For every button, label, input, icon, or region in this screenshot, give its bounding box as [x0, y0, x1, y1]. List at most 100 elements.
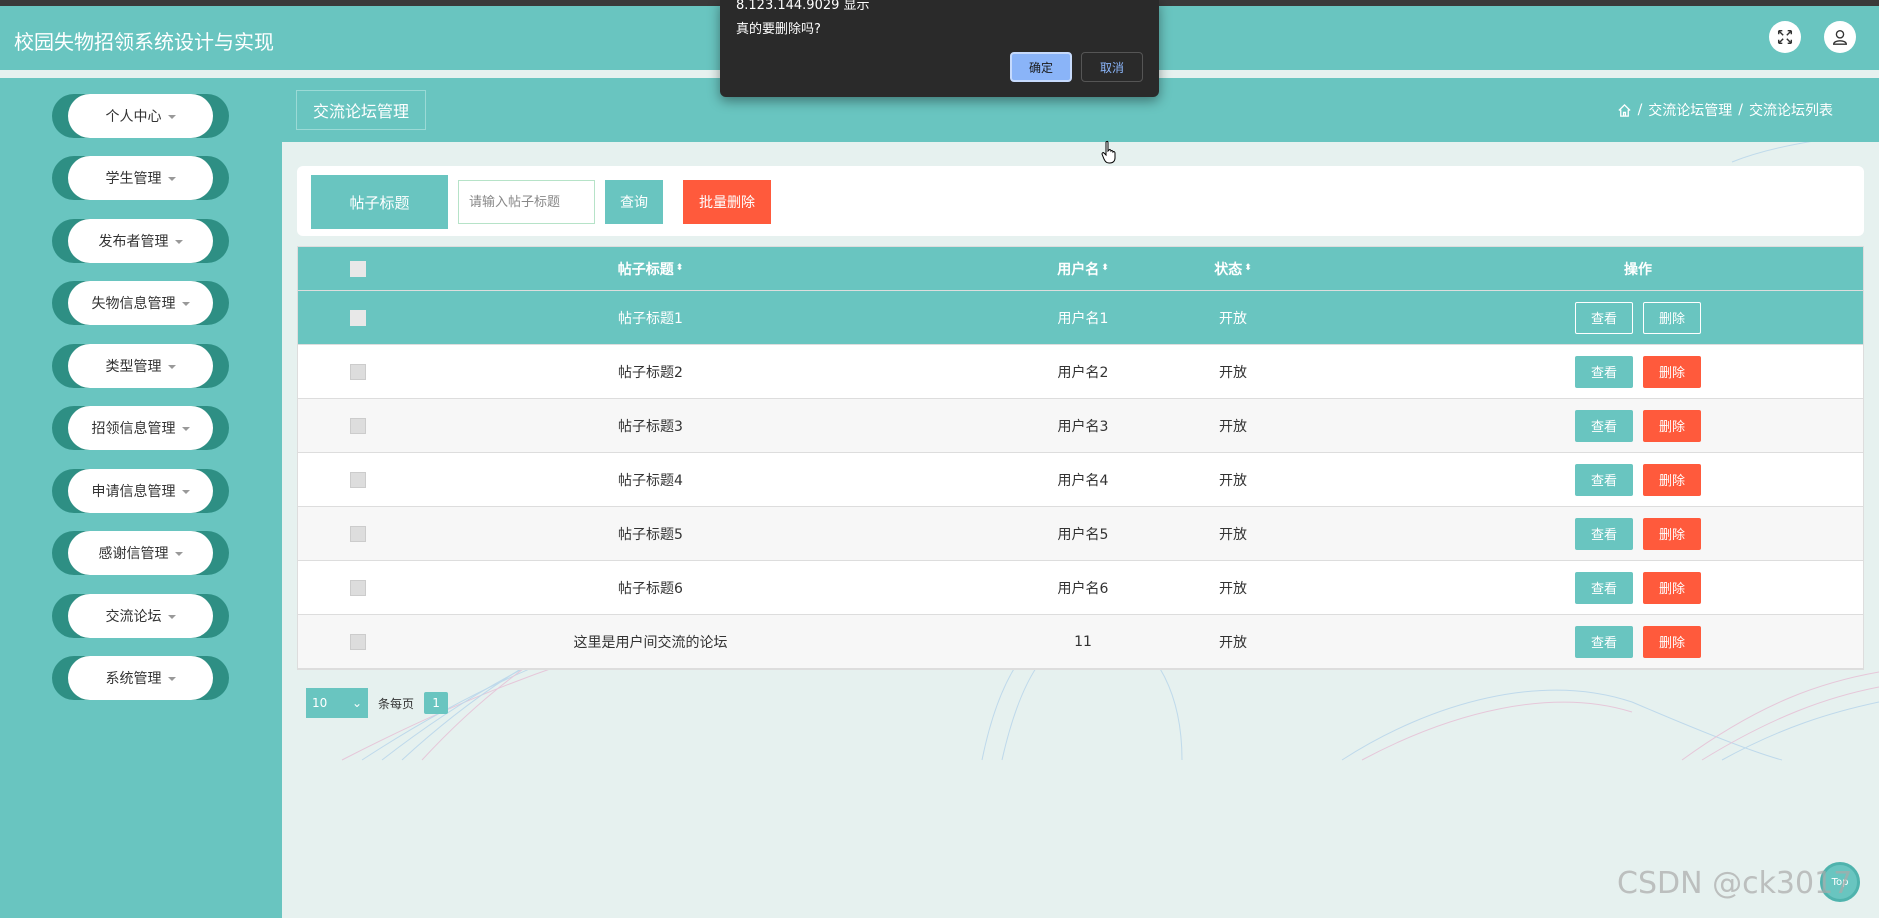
search-panel: 帖子标题 查询 批量删除	[297, 166, 1864, 236]
delete-button[interactable]: 删除	[1643, 301, 1701, 334]
chevron-down-icon: ⌄	[351, 696, 362, 710]
sidebar-item-label: 感谢信管理	[98, 546, 169, 562]
sidebar-item-label: 学生管理	[105, 171, 162, 187]
table-row[interactable]: 帖子标题4 用户名4 开放 查看 删除	[298, 453, 1863, 507]
cell-status: 开放	[1219, 310, 1247, 327]
caret-down-icon	[167, 365, 176, 369]
sidebar-item-found-items[interactable]: 招领信息管理	[52, 406, 229, 450]
sidebar-item-forum[interactable]: 交流论坛	[52, 594, 229, 638]
sidebar-item-label: 类型管理	[105, 359, 162, 375]
sort-icon: ⬍	[1101, 263, 1109, 273]
sidebar-item-label: 系统管理	[105, 671, 162, 687]
table-header-row: 帖子标题 ⬍ 用户名 ⬍ 状态 ⬍ 操作	[298, 247, 1863, 291]
column-header-user[interactable]: 用户名 ⬍	[998, 247, 1168, 290]
delete-button[interactable]: 删除	[1643, 409, 1701, 442]
sort-icon: ⬍	[1244, 263, 1252, 273]
select-all-checkbox[interactable]	[350, 260, 366, 277]
confirm-dialog: 8.123.144.9029 显示 真的要删除吗? 确定 取消	[720, 0, 1159, 97]
delete-button[interactable]: 删除	[1643, 463, 1701, 496]
row-checkbox[interactable]	[350, 579, 366, 596]
cell-user: 用户名6	[1057, 580, 1109, 597]
table-row[interactable]: 帖子标题2 用户名2 开放 查看 删除	[298, 345, 1863, 399]
confirm-ok-button[interactable]: 确定	[1010, 52, 1072, 82]
user-icon	[1833, 30, 1847, 45]
table-row[interactable]: 帖子标题5 用户名5 开放 查看 删除	[298, 507, 1863, 561]
view-button[interactable]: 查看	[1575, 517, 1633, 550]
table-row[interactable]: 这里是用户间交流的论坛 11 开放 查看 删除	[298, 615, 1863, 669]
fullscreen-button[interactable]	[1769, 21, 1801, 53]
caret-down-icon	[167, 615, 176, 619]
table-row[interactable]: 帖子标题6 用户名6 开放 查看 删除	[298, 561, 1863, 615]
cell-title: 帖子标题5	[618, 526, 683, 543]
caret-down-icon	[167, 677, 176, 681]
batch-delete-button[interactable]: 批量删除	[683, 180, 771, 224]
delete-button[interactable]: 删除	[1643, 625, 1701, 658]
cell-status: 开放	[1219, 472, 1247, 489]
row-checkbox[interactable]	[350, 309, 366, 326]
caret-down-icon	[181, 302, 190, 306]
row-checkbox[interactable]	[350, 525, 366, 542]
cell-status: 开放	[1219, 634, 1247, 651]
caret-down-icon	[167, 177, 176, 181]
view-button[interactable]: 查看	[1575, 301, 1633, 334]
row-checkbox[interactable]	[350, 363, 366, 380]
cell-user: 11	[1074, 633, 1092, 650]
sort-icon: ⬍	[675, 263, 684, 273]
cell-title: 帖子标题4	[618, 472, 683, 489]
cell-user: 用户名1	[1057, 310, 1109, 327]
per-page-label: 条每页	[378, 696, 415, 711]
fullscreen-icon	[1777, 29, 1793, 45]
row-checkbox[interactable]	[350, 417, 366, 434]
home-icon[interactable]	[1617, 103, 1632, 118]
page-title: 交流论坛管理	[296, 90, 426, 130]
column-header-status[interactable]: 状态 ⬍	[1173, 247, 1293, 290]
cell-title: 帖子标题6	[618, 580, 683, 597]
row-checkbox[interactable]	[350, 471, 366, 488]
sidebar-item-label: 失物信息管理	[91, 296, 176, 312]
column-header-title[interactable]: 帖子标题 ⬍	[418, 247, 883, 290]
column-header-actions: 操作	[1624, 261, 1652, 278]
confirm-cancel-button[interactable]: 取消	[1081, 52, 1143, 82]
sidebar-item-label: 招领信息管理	[91, 421, 176, 437]
table-row[interactable]: 帖子标题1 用户名1 开放 查看 删除	[298, 291, 1863, 345]
sidebar-item-thank-letters[interactable]: 感谢信管理	[52, 531, 229, 575]
caret-down-icon	[167, 115, 176, 119]
sidebar-item-students[interactable]: 学生管理	[52, 156, 229, 200]
pagination: 10 ⌄ 条每页 1	[306, 688, 449, 718]
cell-title: 帖子标题1	[618, 310, 683, 327]
table-row[interactable]: 帖子标题3 用户名3 开放 查看 删除	[298, 399, 1863, 453]
sidebar: 个人中心 学生管理 发布者管理 失物信息管理 类型管理 招领信息管理 申请信息管…	[0, 78, 282, 918]
query-button[interactable]: 查询	[605, 180, 663, 224]
sidebar-item-label: 交流论坛	[105, 609, 162, 625]
view-button[interactable]: 查看	[1575, 355, 1633, 388]
page-size-select[interactable]: 10 ⌄	[306, 688, 368, 718]
delete-button[interactable]: 删除	[1643, 517, 1701, 550]
delete-button[interactable]: 删除	[1643, 355, 1701, 388]
user-menu-button[interactable]	[1824, 21, 1856, 53]
sidebar-item-applications[interactable]: 申请信息管理	[52, 469, 229, 513]
hand-cursor-icon	[1101, 140, 1116, 164]
search-input[interactable]	[458, 180, 595, 224]
sidebar-item-types[interactable]: 类型管理	[52, 344, 229, 388]
delete-button[interactable]: 删除	[1643, 571, 1701, 604]
view-button[interactable]: 查看	[1575, 463, 1633, 496]
row-checkbox[interactable]	[350, 633, 366, 650]
sidebar-item-label: 申请信息管理	[91, 484, 176, 500]
caret-down-icon	[174, 552, 183, 556]
caret-down-icon	[181, 427, 190, 431]
sidebar-item-publishers[interactable]: 发布者管理	[52, 219, 229, 263]
cell-status: 开放	[1219, 364, 1247, 381]
sidebar-item-personal-center[interactable]: 个人中心	[52, 94, 229, 138]
view-button[interactable]: 查看	[1575, 625, 1633, 658]
dialog-message: 真的要删除吗?	[736, 22, 821, 37]
cell-status: 开放	[1219, 580, 1247, 597]
view-button[interactable]: 查看	[1575, 409, 1633, 442]
cell-user: 用户名2	[1057, 364, 1109, 381]
sidebar-item-label: 个人中心	[105, 109, 162, 125]
sidebar-item-lost-items[interactable]: 失物信息管理	[52, 281, 229, 325]
view-button[interactable]: 查看	[1575, 571, 1633, 604]
breadcrumb-item[interactable]: 交流论坛管理	[1648, 100, 1732, 120]
search-label: 帖子标题	[311, 175, 448, 229]
sidebar-item-system[interactable]: 系统管理	[52, 656, 229, 700]
page-number-button[interactable]: 1	[424, 692, 449, 714]
